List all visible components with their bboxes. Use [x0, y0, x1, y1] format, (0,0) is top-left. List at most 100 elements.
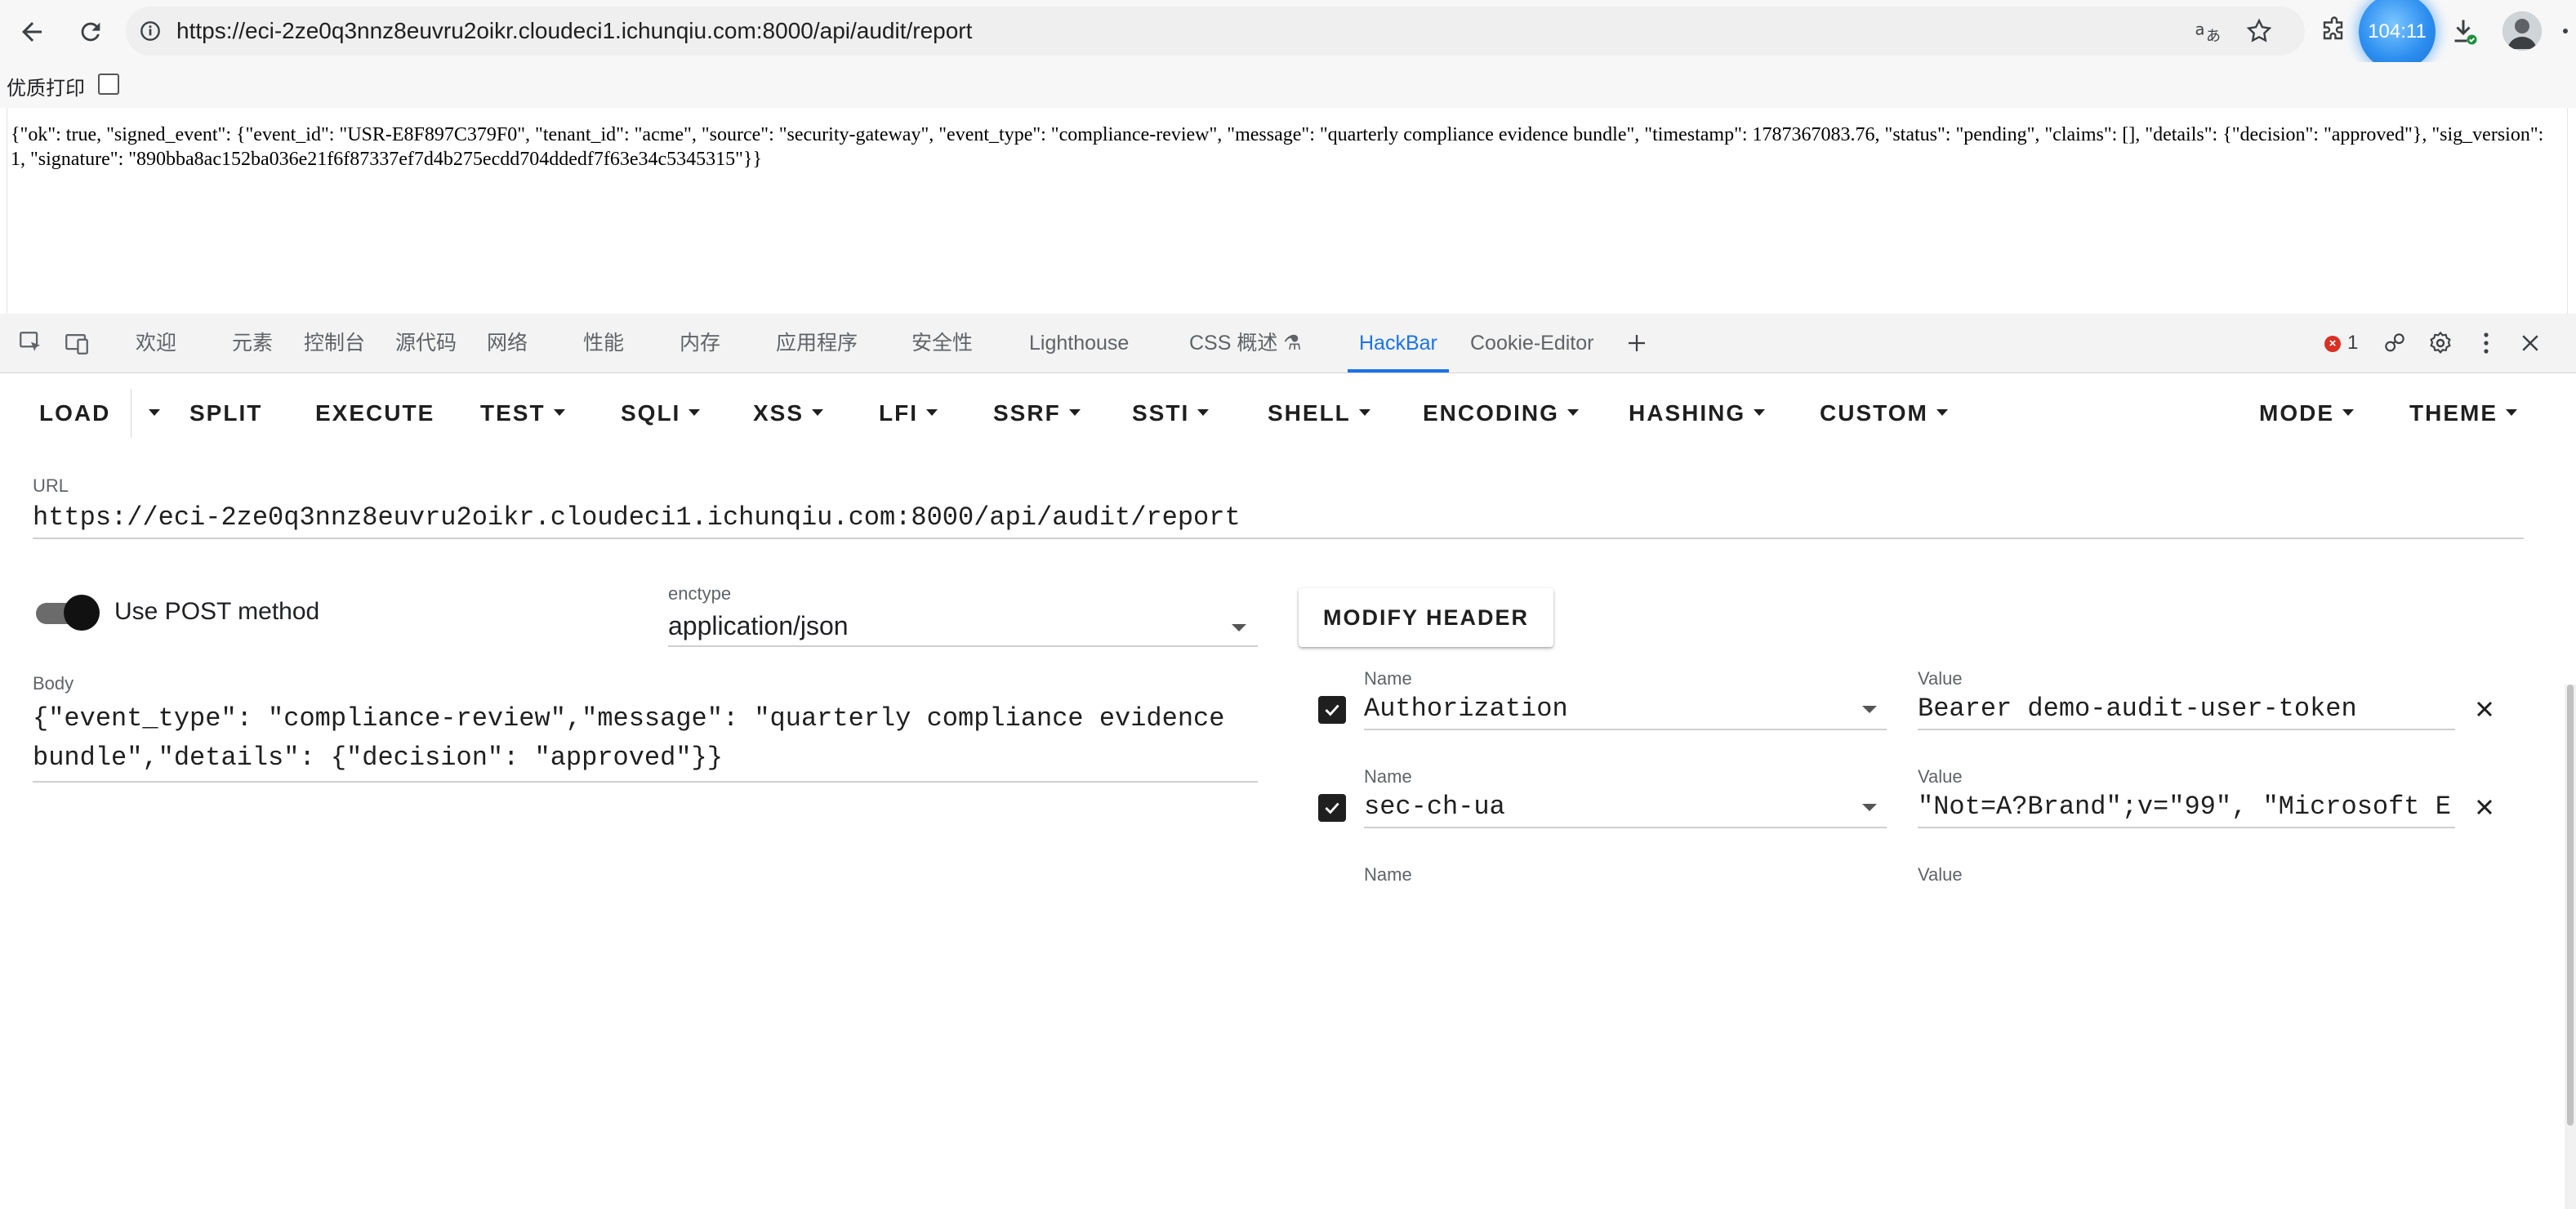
- tab-hackbar[interactable]: HackBar: [1348, 314, 1449, 373]
- tab-sources[interactable]: 源代码: [395, 314, 457, 373]
- theme-menu[interactable]: THEME: [2409, 373, 2517, 454]
- tab-console[interactable]: 控制台: [304, 314, 365, 373]
- ssti-label: SSTI: [1132, 400, 1190, 426]
- chevron-down-icon: [1936, 408, 1948, 416]
- header-row: Name Value: [1307, 864, 2516, 895]
- load-dropdown[interactable]: [140, 373, 160, 454]
- hashing-label: HASHING: [1629, 400, 1746, 426]
- ssti-menu[interactable]: SSTI: [1132, 373, 1210, 454]
- inspect-element-icon[interactable]: [16, 328, 46, 358]
- chevron-down-icon: [2342, 408, 2354, 416]
- enctype-select[interactable]: application/json: [668, 606, 1258, 647]
- header-value-input[interactable]: Bearer demo-audit-user-token: [1918, 689, 2455, 730]
- response-json: {"ok": true, "signed_event": {"event_id"…: [11, 124, 2549, 170]
- settings-gear-icon[interactable]: [2426, 328, 2455, 358]
- tab-welcome[interactable]: 欢迎: [136, 314, 176, 373]
- header-enabled-checkbox[interactable]: [1318, 794, 1346, 822]
- site-info-icon[interactable]: [137, 18, 163, 44]
- add-tab-icon[interactable]: [1622, 328, 1651, 358]
- test-menu[interactable]: TEST: [480, 373, 565, 454]
- device-toolbar-icon[interactable]: [62, 328, 91, 358]
- profile-avatar[interactable]: [2502, 11, 2542, 51]
- custom-label: CUSTOM: [1820, 400, 1928, 426]
- chevron-down-icon: [926, 408, 938, 416]
- chevron-down-icon: [1754, 408, 1766, 416]
- address-url[interactable]: https://eci-2ze0q3nnz8euvru2oikr.cloudec…: [176, 7, 972, 56]
- tab-css-overview[interactable]: CSS 概述 ⚗: [1189, 314, 1302, 373]
- more-menu-icon[interactable]: [2555, 15, 2576, 47]
- execute-button[interactable]: EXECUTE: [315, 373, 435, 454]
- header-name-value: sec-ch-ua: [1364, 792, 1505, 822]
- toggle-thumb: [64, 595, 100, 631]
- remove-header-icon[interactable]: [2471, 794, 2498, 820]
- hashing-menu[interactable]: HASHING: [1629, 373, 1766, 454]
- load-button[interactable]: LOAD: [39, 373, 110, 454]
- tab-performance[interactable]: 性能: [583, 314, 624, 373]
- issues-icon[interactable]: [2380, 328, 2409, 358]
- print-bar: 优质打印: [0, 62, 2576, 108]
- lfi-menu[interactable]: LFI: [879, 373, 938, 454]
- custom-menu[interactable]: CUSTOM: [1820, 373, 1948, 454]
- chevron-down-icon: [1567, 408, 1579, 416]
- header-name-label: Name: [1364, 668, 1412, 689]
- xss-menu[interactable]: XSS: [753, 373, 824, 454]
- extensions-puzzle-icon[interactable]: [2318, 15, 2351, 47]
- chevron-down-icon: [1068, 408, 1081, 416]
- tab-memory[interactable]: 内存: [680, 314, 720, 373]
- bookmark-star-icon[interactable]: [2244, 16, 2274, 46]
- chevron-down-icon: [689, 408, 701, 416]
- post-method-toggle[interactable]: [33, 595, 100, 631]
- xss-label: XSS: [753, 400, 804, 426]
- header-value-input[interactable]: "Not=A?Brand";v="99", "Microsoft E: [1918, 787, 2455, 828]
- tab-application[interactable]: 应用程序: [776, 314, 858, 373]
- tab-network[interactable]: 网络: [487, 314, 528, 373]
- post-method-label: Use POST method: [114, 598, 320, 625]
- chevron-down-icon: [1862, 804, 1877, 811]
- mode-menu[interactable]: MODE: [2259, 373, 2354, 454]
- chevron-down-icon: [1358, 408, 1370, 416]
- header-row: Name sec-ch-ua Value "Not=A?Brand";v="99…: [1307, 766, 2516, 864]
- tab-elements[interactable]: 元素: [232, 314, 273, 373]
- theme-label: THEME: [2409, 400, 2498, 426]
- header-name-label: Name: [1364, 864, 1412, 885]
- ssrf-menu[interactable]: SSRF: [993, 373, 1081, 454]
- sqli-label: SQLI: [621, 400, 681, 426]
- split-button[interactable]: SPLIT: [189, 373, 262, 454]
- reload-icon[interactable]: [70, 11, 111, 52]
- header-name-input[interactable]: Authorization: [1364, 689, 1887, 730]
- remove-header-icon[interactable]: [2471, 696, 2498, 722]
- sqli-menu[interactable]: SQLI: [621, 373, 701, 454]
- url-input[interactable]: https://eci-2ze0q3nnz8euvru2oikr.cloudec…: [33, 498, 2524, 539]
- download-icon[interactable]: [2447, 15, 2480, 47]
- timer-badge[interactable]: 104:11: [2359, 0, 2436, 70]
- translate-icon[interactable]: aあ: [2194, 16, 2223, 46]
- shell-menu[interactable]: SHELL: [1268, 373, 1370, 454]
- header-value-label: Value: [1918, 864, 1963, 885]
- close-devtools-icon[interactable]: [2516, 328, 2545, 358]
- devtools-panel: 欢迎 元素 控制台 源代码 网络 性能 内存 应用程序 安全性 Lighthou…: [0, 314, 2576, 1209]
- devtools-scrollbar-thumb[interactable]: [2567, 685, 2574, 1126]
- header-row: Name Authorization Value Bearer demo-aud…: [1307, 668, 2516, 766]
- lfi-label: LFI: [879, 400, 918, 426]
- tab-cookie-editor[interactable]: Cookie-Editor: [1470, 314, 1593, 373]
- encoding-menu[interactable]: ENCODING: [1423, 373, 1579, 454]
- print-checkbox[interactable]: [98, 74, 119, 95]
- tab-lighthouse[interactable]: Lighthouse: [1029, 314, 1129, 373]
- body-label: Body: [33, 673, 74, 694]
- body-textarea[interactable]: {"event_type": "compliance-review","mess…: [33, 699, 1258, 783]
- address-bar[interactable]: https://eci-2ze0q3nnz8euvru2oikr.cloudec…: [126, 7, 2305, 56]
- error-count[interactable]: 1: [2347, 314, 2358, 373]
- header-value-label: Value: [1918, 766, 1963, 787]
- timer-badge-text: 104:11: [2368, 20, 2427, 42]
- encoding-label: ENCODING: [1423, 400, 1559, 426]
- tab-security[interactable]: 安全性: [911, 314, 973, 373]
- test-label: TEST: [480, 400, 546, 426]
- header-enabled-checkbox[interactable]: [1318, 696, 1346, 724]
- error-icon[interactable]: ×: [2324, 336, 2341, 352]
- more-options-icon[interactable]: [2471, 328, 2501, 358]
- header-name-input[interactable]: sec-ch-ua: [1364, 787, 1887, 828]
- chevron-down-icon: [1862, 706, 1877, 713]
- modify-header-button[interactable]: MODIFY HEADER: [1299, 588, 1553, 647]
- back-arrow-icon[interactable]: [11, 11, 52, 52]
- enctype-label: enctype: [668, 583, 732, 604]
